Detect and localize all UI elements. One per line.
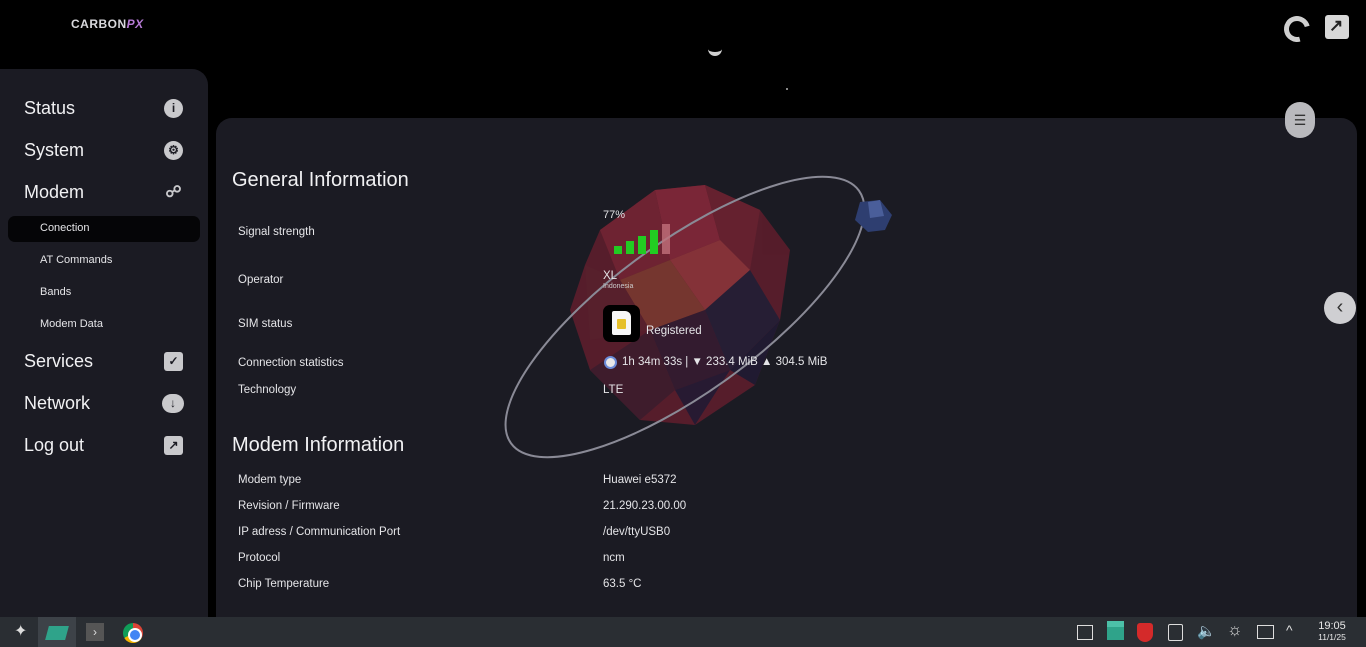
signal-bar xyxy=(638,236,646,254)
signal-bar xyxy=(650,230,658,254)
signal-strength-label: Signal strength xyxy=(238,226,315,238)
port-label: IP adress / Communication Port xyxy=(238,526,401,538)
protocol-value: ncm xyxy=(603,552,625,564)
technology-label: Technology xyxy=(238,384,297,396)
operator-label: Operator xyxy=(238,274,284,286)
operator-name: XL xyxy=(603,270,618,282)
port-value: /dev/ttyUSB0 xyxy=(603,526,671,538)
volume-icon[interactable]: 🔈 xyxy=(1197,622,1216,640)
chip-temp-label: Chip Temperature xyxy=(238,578,330,590)
signal-bar xyxy=(614,246,622,254)
sidebar-subitem-label: Modem Data xyxy=(40,318,103,330)
connection-stats-label: Connection statistics xyxy=(238,357,344,369)
terminal-icon[interactable]: › xyxy=(86,623,104,641)
sidebar-item-network[interactable]: Network ↓ xyxy=(0,387,208,421)
sidebar-subitem-label: Bands xyxy=(40,286,72,298)
modem-type-label: Modem type xyxy=(238,474,302,486)
chevron-left-icon[interactable]: ‹ xyxy=(1324,292,1356,324)
logout-icon[interactable] xyxy=(1325,15,1349,39)
file-manager-icon[interactable] xyxy=(45,626,69,640)
general-info-title: General Information xyxy=(232,169,409,191)
network-icon[interactable] xyxy=(1257,625,1274,639)
operator-country: Indonesia xyxy=(603,283,634,290)
sidebar-item-label: Network xyxy=(24,393,91,413)
sim-status-label: SIM status xyxy=(238,318,293,330)
technology-value: LTE xyxy=(603,384,624,396)
protocol-label: Protocol xyxy=(238,552,281,564)
brand-accent: PX xyxy=(126,17,144,31)
modem-info-title: Modem Information xyxy=(232,434,405,456)
sidebar-subitem-label: AT Commands xyxy=(40,254,113,266)
chrome-icon[interactable] xyxy=(123,623,143,643)
refresh-icon[interactable] xyxy=(1279,11,1315,47)
clock[interactable]: 19:05 11/1/25 xyxy=(1310,620,1354,642)
sidebar-subitem-label: Conection xyxy=(40,222,90,234)
shield-icon[interactable] xyxy=(1137,623,1153,642)
header-decoration xyxy=(708,46,722,56)
sidebar-subitem-modem-data[interactable]: Modem Data xyxy=(8,312,200,338)
firmware-label: Revision / Firmware xyxy=(238,500,340,512)
firmware-value: 21.290.23.00.00 xyxy=(603,500,687,512)
chevron-up-icon[interactable]: ^ xyxy=(1286,622,1304,640)
decoration-dot xyxy=(786,88,788,90)
menu-icon[interactable]: ☰ xyxy=(1285,102,1315,138)
clipboard-icon[interactable] xyxy=(1168,624,1183,641)
sidebar-item-label: Modem xyxy=(24,182,85,202)
sidebar-subitem-bands[interactable]: Bands xyxy=(8,280,200,306)
signal-percent: 77% xyxy=(603,209,626,221)
sidebar-item-label: System xyxy=(24,140,85,160)
top-bar: CARBONPX xyxy=(0,0,1366,70)
sidebar-item-modem[interactable]: Modem ☍ xyxy=(0,176,208,210)
sidebar-item-status[interactable]: Status i xyxy=(0,92,208,126)
sidebar-item-services[interactable]: Services ✓ xyxy=(0,345,208,379)
app-launcher-icon[interactable]: ✦ xyxy=(14,621,32,640)
signal-bar xyxy=(626,241,634,254)
sidebar-subitem-conection[interactable]: Conection xyxy=(8,216,200,242)
timer-icon xyxy=(604,356,617,369)
sidebar-subitem-at-commands[interactable]: AT Commands xyxy=(8,248,200,274)
signal-bar xyxy=(662,224,670,254)
show-desktop-icon[interactable] xyxy=(1077,625,1093,640)
sim-status-value: Registered xyxy=(646,325,702,337)
connection-stats-value: 1h 34m 33s | ▼ 233.4 MiB ▲ 304.5 MiB xyxy=(622,356,828,368)
brand-main: CARBON xyxy=(71,17,127,31)
brightness-icon[interactable]: ☼ xyxy=(1227,620,1245,639)
sidebar-item-label: Log out xyxy=(24,435,85,455)
modem-type-value: Huawei e5372 xyxy=(603,474,677,486)
clock-date: 11/1/25 xyxy=(1318,632,1346,642)
clock-time: 19:05 xyxy=(1318,620,1346,632)
logout-icon: ↗ xyxy=(164,436,183,455)
sim-card-icon xyxy=(603,305,640,342)
info-icon: i xyxy=(164,99,183,118)
signal-bars xyxy=(614,224,674,254)
planet-illustration xyxy=(504,175,892,459)
sidebar: Status i System ⚙ Modem ☍ Conection AT C… xyxy=(0,69,208,617)
sidebar-item-logout[interactable]: Log out ↗ xyxy=(0,429,208,463)
gear-icon: ⚙ xyxy=(164,141,183,160)
cloud-download-icon: ↓ xyxy=(162,394,184,413)
share-icon: ☍ xyxy=(165,184,182,201)
checkbox-icon: ✓ xyxy=(164,352,183,371)
chip-temp-value: 63.5 °C xyxy=(603,578,642,590)
sidebar-item-label: Status xyxy=(24,98,76,118)
sidebar-item-system[interactable]: System ⚙ xyxy=(0,134,208,168)
taskbar: ✦ › 🔈 ☼ ^ 19:05 11/1/25 xyxy=(0,617,1366,647)
window-switcher-icon[interactable] xyxy=(1107,621,1124,640)
sidebar-item-label: Services xyxy=(24,351,94,371)
brand-logo[interactable]: CARBONPX xyxy=(71,17,144,31)
